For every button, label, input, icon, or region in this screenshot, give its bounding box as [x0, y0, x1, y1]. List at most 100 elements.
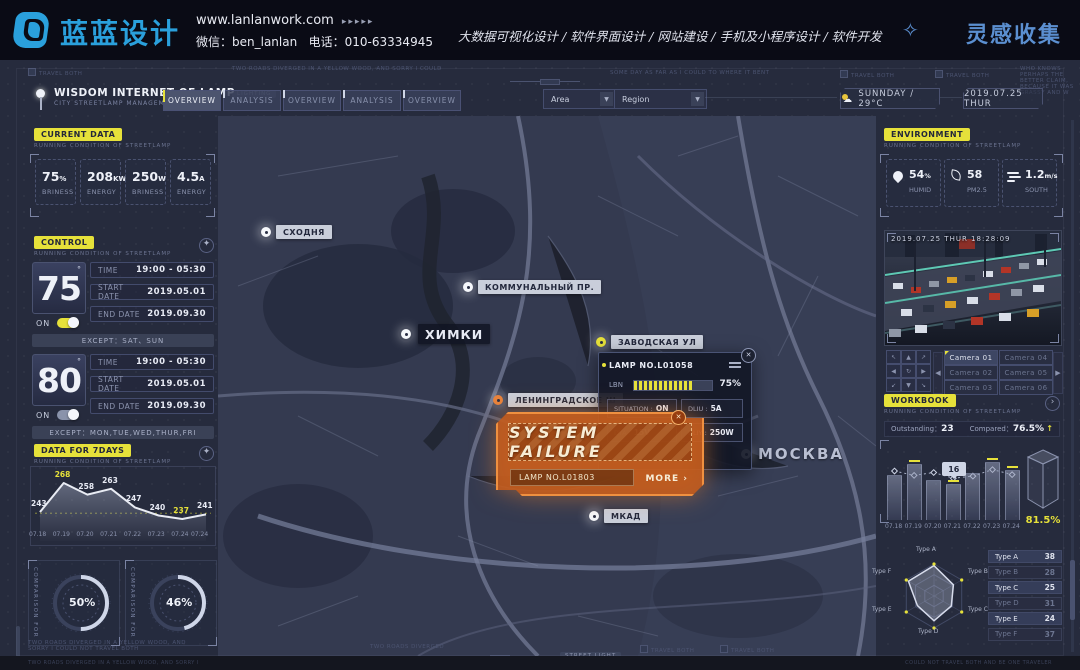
- axis-tick-label: 07.20: [924, 523, 941, 530]
- lamp-pin[interactable]: [258, 224, 274, 240]
- bar[interactable]: [907, 464, 922, 520]
- pad-arrow-icon[interactable]: ▼: [901, 378, 916, 392]
- stat-card: 250WBRINESS: [125, 159, 166, 205]
- panel-subtitle: RUNNING CONDITION OF STREETLAMP: [884, 409, 1021, 415]
- lamp-pin[interactable]: [398, 326, 414, 342]
- tab-overview-1[interactable]: OVERVIEW: [163, 90, 221, 111]
- radar-axis-label: Type C: [968, 606, 988, 613]
- pad-arrow-icon[interactable]: ↗: [916, 350, 931, 364]
- camera-button[interactable]: Camera 02: [944, 365, 998, 380]
- lamp-pin[interactable]: [586, 508, 602, 524]
- workbook-next-button[interactable]: ›: [1045, 396, 1060, 411]
- decor-checkbox-row: TRAVEL BOTH: [840, 70, 894, 79]
- camera-button[interactable]: Camera 03: [944, 380, 998, 395]
- schedule-row[interactable]: TIME19:00 - 05:30: [90, 262, 214, 278]
- lbn-progress-bar: [633, 380, 713, 391]
- map-label-moscow[interactable]: МОСКВА: [758, 445, 844, 463]
- tab-analysis-1[interactable]: ANALYSIS: [223, 90, 281, 111]
- bar[interactable]: [985, 462, 1000, 520]
- date-widget: 2019.07.25 THUR: [963, 88, 1043, 109]
- schedule-row[interactable]: TIME19:00 - 05:30: [90, 354, 214, 370]
- pad-arrow-icon[interactable]: ↻: [901, 364, 916, 378]
- data-point-label: 263: [102, 476, 118, 485]
- stat-card: 208KWENERGY: [80, 159, 121, 205]
- type-row[interactable]: Type D31: [988, 597, 1062, 610]
- camera-button[interactable]: Camera 01: [944, 350, 998, 365]
- lbn-label: LBN: [609, 381, 623, 389]
- workbook-stats: Outstanding：23 Compared：76.5% ↑: [884, 421, 1060, 437]
- tab-analysis-2[interactable]: ANALYSIS: [343, 90, 401, 111]
- panel-subtitle: RUNNING CONDITION OF STREETLAMP: [34, 251, 171, 257]
- power-toggle[interactable]: [57, 410, 79, 420]
- pad-arrow-icon[interactable]: ↘: [916, 378, 931, 392]
- type-row[interactable]: Type A38: [988, 550, 1062, 563]
- radar-axis-label: Type A: [916, 546, 936, 553]
- pad-arrow-icon[interactable]: ◀: [886, 364, 901, 378]
- map-label[interactable]: СХОДНЯ: [276, 225, 332, 239]
- traffic-camera-feed[interactable]: 2019.07.25 THUR 18:28:09: [884, 230, 1062, 346]
- website-link[interactable]: www.lanlanwork.com▸▸▸▸▸: [196, 13, 374, 28]
- bar[interactable]: [887, 475, 902, 520]
- tab-overview-2[interactable]: OVERVIEW: [283, 90, 341, 111]
- gauge-value: 46%: [166, 596, 192, 609]
- more-link[interactable]: MORE ›: [645, 474, 688, 484]
- header-divider: [940, 97, 962, 98]
- brand-name: 蓝蓝设计: [60, 12, 180, 52]
- radar-axis-label: Type E: [872, 606, 891, 613]
- camera-button[interactable]: Camera 05: [999, 365, 1053, 380]
- map-label[interactable]: ЗАВОДСКАЯ УЛ: [611, 335, 703, 349]
- env-card: 1.2m/sSOUTH: [1002, 159, 1057, 207]
- dashboard: СХОДНЯ КОММУНАЛЬНЫЙ ПР. ХИМКИ ЗАВОДСКАЯ …: [0, 60, 1080, 670]
- schedule-row[interactable]: END DATE2019.09.30: [90, 306, 214, 322]
- schedule-row[interactable]: END DATE2019.09.30: [90, 398, 214, 414]
- city-map[interactable]: СХОДНЯ КОММУНАЛЬНЫЙ ПР. ХИМКИ ЗАВОДСКАЯ …: [218, 116, 876, 656]
- type-row[interactable]: Type E24: [988, 612, 1062, 625]
- bar[interactable]: [926, 480, 941, 520]
- scrollbar-thumb[interactable]: [1070, 560, 1075, 620]
- bar-marker: [1007, 466, 1018, 468]
- lamp-pin-failure[interactable]: [490, 392, 506, 408]
- axis-tick-label: 07.24: [171, 531, 188, 538]
- arrow-up-icon: ↑: [1046, 424, 1053, 433]
- type-row[interactable]: Type B28: [988, 566, 1062, 579]
- close-icon[interactable]: ✕: [671, 410, 686, 425]
- expand-chart-button[interactable]: ✦: [199, 446, 214, 461]
- region-select[interactable]: Region▼: [614, 89, 707, 109]
- camera-prev-icon[interactable]: ◀: [933, 352, 943, 394]
- pad-arrow-icon[interactable]: ▶: [916, 364, 931, 378]
- schedule-row[interactable]: START DATE2019.05.01: [90, 284, 214, 300]
- footer-text: COULD NOT TRAVEL BOTH AND BE ONE TRAVELE…: [905, 660, 1052, 666]
- camera-button[interactable]: Camera 04: [999, 350, 1053, 365]
- map-label[interactable]: ХИМКИ: [418, 324, 490, 344]
- pad-arrow-icon[interactable]: ↖: [886, 350, 901, 364]
- sun-cloud-icon: ☁: [841, 94, 853, 104]
- bar[interactable]: [1005, 470, 1020, 520]
- add-control-button[interactable]: ✦: [199, 238, 214, 253]
- vertical-slider[interactable]: [16, 626, 20, 660]
- footer-band: TWO ROADS DIVERGED IN A YELLOW WOOD, AND…: [0, 656, 1080, 670]
- area-select[interactable]: Area▼: [543, 89, 616, 109]
- tab-overview-3[interactable]: OVERVIEW: [403, 90, 461, 111]
- bar[interactable]: [965, 473, 980, 520]
- data-point-label: 240: [150, 503, 166, 512]
- camera-next-icon[interactable]: ▶: [1053, 352, 1063, 394]
- except-days-bar: EXCEPT：MON,TUE,WED,THUR,FRI: [32, 426, 214, 439]
- sliders-icon[interactable]: [729, 361, 741, 369]
- camera-button[interactable]: Camera 06: [999, 380, 1053, 395]
- schedule-row[interactable]: START DATE2019.05.01: [90, 376, 214, 392]
- pad-arrow-icon[interactable]: ↙: [886, 378, 901, 392]
- collect-star-icon: ✧: [902, 18, 928, 44]
- bar[interactable]: [946, 484, 961, 520]
- workbook-chip: WORKBOOK: [884, 394, 956, 407]
- lamp-pin[interactable]: [460, 279, 476, 295]
- map-label[interactable]: КОММУНАЛЬНЫЙ ПР.: [478, 280, 601, 294]
- data-point-label: 258: [78, 482, 94, 491]
- lamp-pin-alert[interactable]: [593, 334, 609, 350]
- map-label[interactable]: МКАД: [604, 509, 648, 523]
- type-row[interactable]: Type C25: [988, 581, 1062, 594]
- decor-slider: [510, 70, 580, 89]
- type-row[interactable]: Type F37: [988, 628, 1062, 641]
- close-icon[interactable]: ✕: [741, 348, 756, 363]
- power-toggle[interactable]: [57, 318, 79, 328]
- pad-arrow-icon[interactable]: ▲: [901, 350, 916, 364]
